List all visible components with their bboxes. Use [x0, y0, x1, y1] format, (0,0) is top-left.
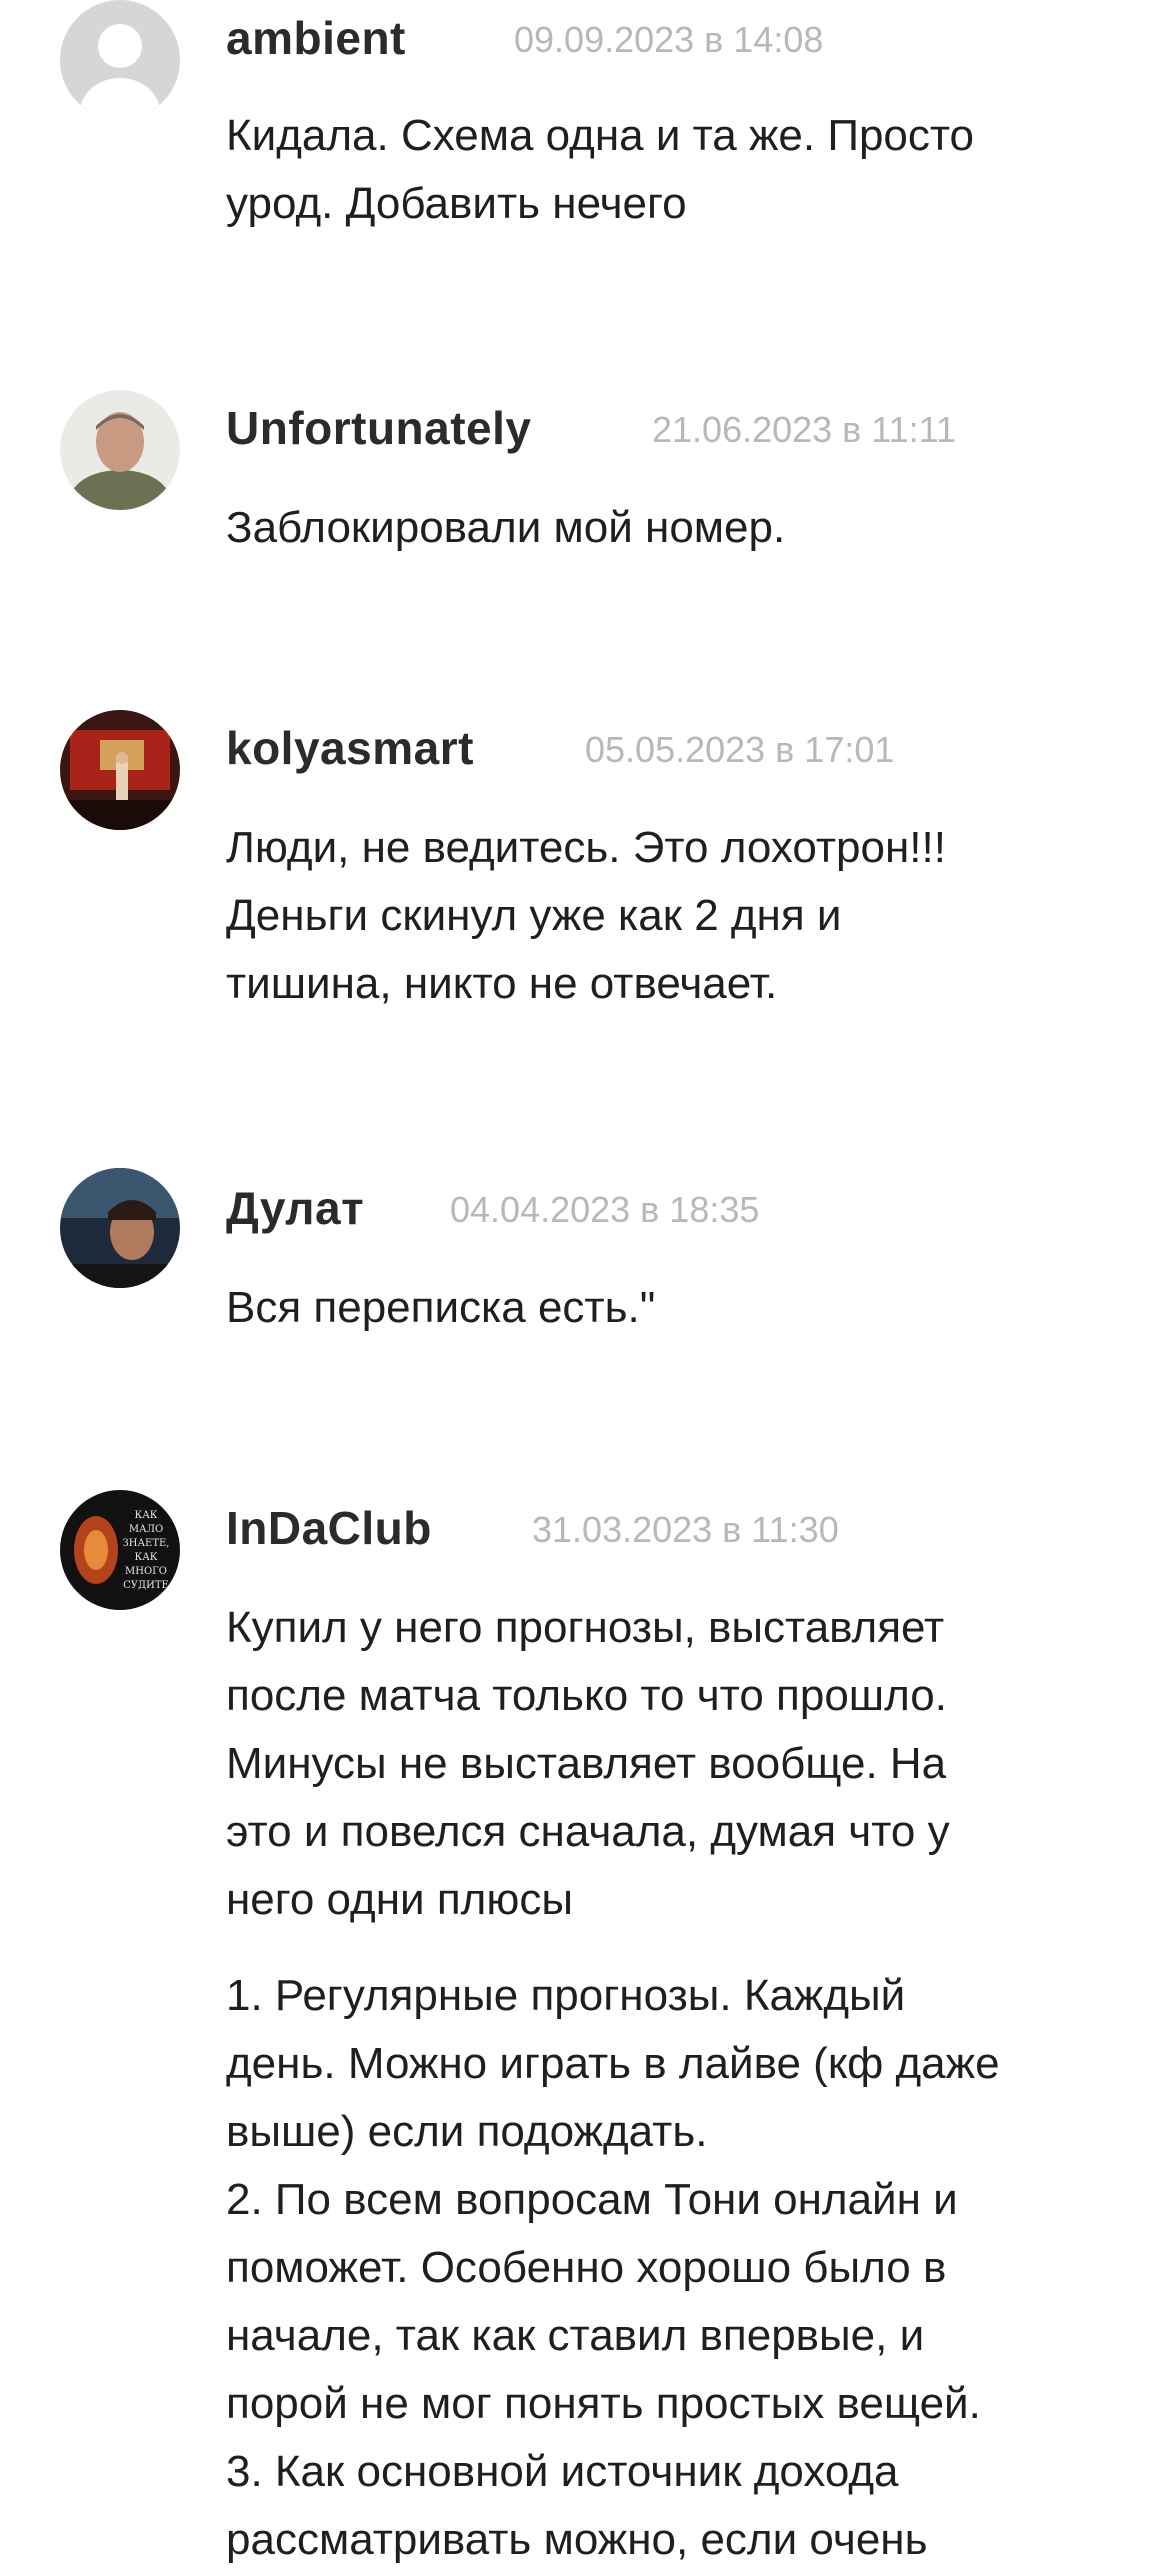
avatar-caption-line: МНОГО — [125, 1566, 167, 1577]
avatar-caption-line: СУДИТЕ — [123, 1580, 169, 1591]
comment-text: Вся переписка есть." — [226, 1283, 656, 1332]
avatar-placeholder[interactable] — [60, 0, 180, 120]
avatar[interactable]: КАК МАЛО ЗНАЕТЕ, КАК МНОГО СУДИТЕ — [60, 1490, 180, 1610]
avatar-photo-icon — [60, 1168, 180, 1288]
avatar-photo-icon — [60, 390, 180, 510]
comment-date: 04.04.2023 в 18:35 — [450, 1189, 760, 1230]
comment-text: Кидала. Схема одна и та же. Просто урод.… — [226, 111, 975, 228]
avatar[interactable] — [60, 390, 180, 510]
avatar[interactable] — [60, 710, 180, 830]
comment-author[interactable]: Дулат — [226, 1178, 364, 1238]
avatar-caption-line: КАК — [134, 1510, 157, 1521]
comment-author[interactable]: InDaClub — [226, 1498, 432, 1558]
user-placeholder-icon — [60, 0, 180, 120]
avatar-caption-line: КАК — [134, 1552, 157, 1563]
comment-author[interactable]: ambient — [226, 8, 406, 68]
avatar-caption-line: ЗНАЕТЕ, — [123, 1538, 170, 1549]
comment-text: Заблокировали мой номер. — [226, 503, 786, 552]
comment-text: Купил у него прогнозы, выставляет после … — [226, 1603, 950, 1924]
comment-date: 09.09.2023 в 14:08 — [514, 19, 824, 60]
comment-date: 21.06.2023 в 11:11 — [652, 409, 957, 450]
comment-text: 1. Регулярные прогнозы. Каждый день. Мож… — [226, 1971, 1000, 2564]
comment-author[interactable]: kolyasmart — [226, 718, 474, 778]
avatar[interactable] — [60, 1168, 180, 1288]
comment-author[interactable]: Unfortunately — [226, 398, 532, 458]
comment-text: Люди, не ведитесь. Это лохотрон!!! Деньг… — [226, 823, 946, 1008]
avatar-caption-line: МАЛО — [129, 1524, 163, 1535]
avatar-quote-image-icon: КАК МАЛО ЗНАЕТЕ, КАК МНОГО СУДИТЕ — [60, 1490, 180, 1610]
comment-date: 05.05.2023 в 17:01 — [585, 729, 895, 770]
comment-date: 31.03.2023 в 11:30 — [532, 1509, 839, 1550]
avatar-photo-icon — [60, 710, 180, 830]
